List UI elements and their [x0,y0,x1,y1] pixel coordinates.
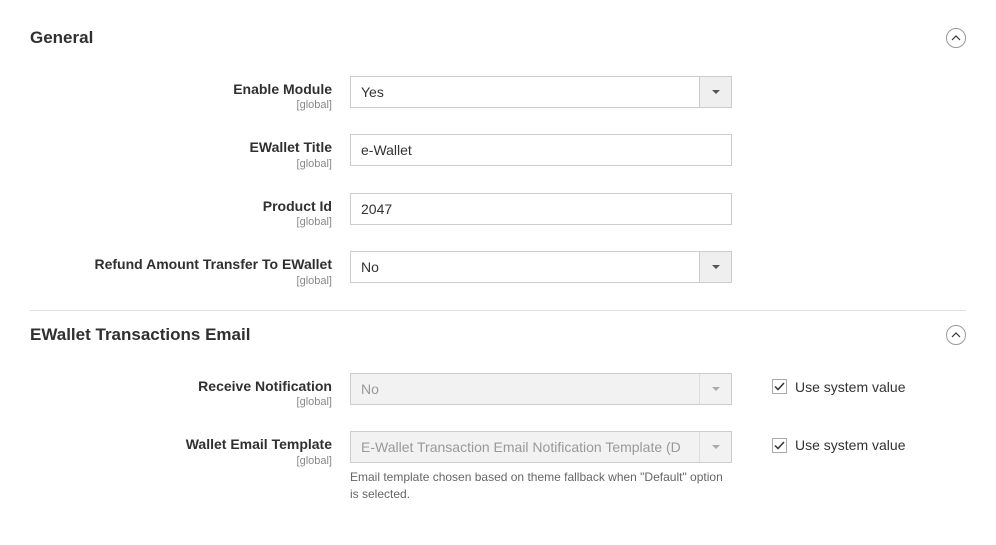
product-id-input[interactable] [350,193,732,225]
section-title-general: General [30,28,93,48]
label-enable-module: Enable Module [30,80,332,98]
field-col: No [350,251,732,283]
section-divider [30,310,966,311]
field-col: E-Wallet Transaction Email Notification … [350,431,732,503]
ewallet-title-input[interactable] [350,134,732,166]
row-ewallet-title: EWallet Title [global] [30,134,966,170]
use-system-checkbox-wallet-email-template[interactable]: Use system value [772,437,905,453]
chevron-down-icon [699,432,731,462]
label-product-id: Product Id [30,197,332,215]
field-col [350,193,732,225]
section-header-transactions-email[interactable]: EWallet Transactions Email [30,317,966,361]
label-ewallet-title: EWallet Title [30,138,332,156]
check-icon [774,381,785,392]
wallet-email-template-note: Email template chosen based on theme fal… [350,469,732,503]
section-body-transactions-email: Receive Notification [global] No Use sys… [30,361,966,521]
label-col: Product Id [global] [30,193,350,229]
use-system-col: Use system value [732,431,905,453]
section-general: General Enable Module [global] Yes [30,20,966,306]
refund-transfer-select[interactable]: No [350,251,732,283]
collapse-toggle-transactions-email[interactable] [946,325,966,345]
wallet-email-template-select: E-Wallet Transaction Email Notification … [350,431,732,463]
chevron-down-icon [699,77,731,107]
section-body-general: Enable Module [global] Yes EWallet Title… [30,64,966,306]
row-product-id: Product Id [global] [30,193,966,229]
section-transactions-email: EWallet Transactions Email Receive Notif… [30,317,966,521]
label-col: EWallet Title [global] [30,134,350,170]
label-col: Enable Module [global] [30,76,350,112]
row-receive-notification: Receive Notification [global] No Use sys… [30,373,966,409]
scope-label: [global] [30,395,332,409]
collapse-toggle-general[interactable] [946,28,966,48]
label-col: Refund Amount Transfer To EWallet [globa… [30,251,350,287]
scope-label: [global] [30,274,332,288]
scope-label: [global] [30,215,332,229]
row-enable-module: Enable Module [global] Yes [30,76,966,112]
select-value: No [351,374,699,404]
use-system-col: Use system value [732,373,905,395]
scope-label: [global] [30,157,332,171]
field-col: No [350,373,732,405]
field-col: Yes [350,76,732,108]
field-col [350,134,732,166]
checkbox-box [772,438,787,453]
row-wallet-email-template: Wallet Email Template [global] E-Wallet … [30,431,966,503]
scope-label: [global] [30,454,332,468]
checkbox-box [772,379,787,394]
chevron-up-icon [951,327,961,343]
use-system-label: Use system value [795,379,905,395]
use-system-checkbox-receive-notification[interactable]: Use system value [772,379,905,395]
section-header-general[interactable]: General [30,20,966,64]
chevron-up-icon [951,30,961,46]
receive-notification-select: No [350,373,732,405]
label-col: Wallet Email Template [global] [30,431,350,467]
chevron-down-icon [699,374,731,404]
label-wallet-email-template: Wallet Email Template [30,435,332,453]
select-value: E-Wallet Transaction Email Notification … [351,432,699,462]
label-refund-transfer: Refund Amount Transfer To EWallet [30,255,332,273]
scope-label: [global] [30,98,332,112]
enable-module-select[interactable]: Yes [350,76,732,108]
section-title-transactions-email: EWallet Transactions Email [30,325,250,345]
label-receive-notification: Receive Notification [30,377,332,395]
select-value: No [351,252,699,282]
check-icon [774,440,785,451]
use-system-label: Use system value [795,437,905,453]
chevron-down-icon [699,252,731,282]
row-refund-transfer: Refund Amount Transfer To EWallet [globa… [30,251,966,287]
label-col: Receive Notification [global] [30,373,350,409]
select-value: Yes [351,77,699,107]
